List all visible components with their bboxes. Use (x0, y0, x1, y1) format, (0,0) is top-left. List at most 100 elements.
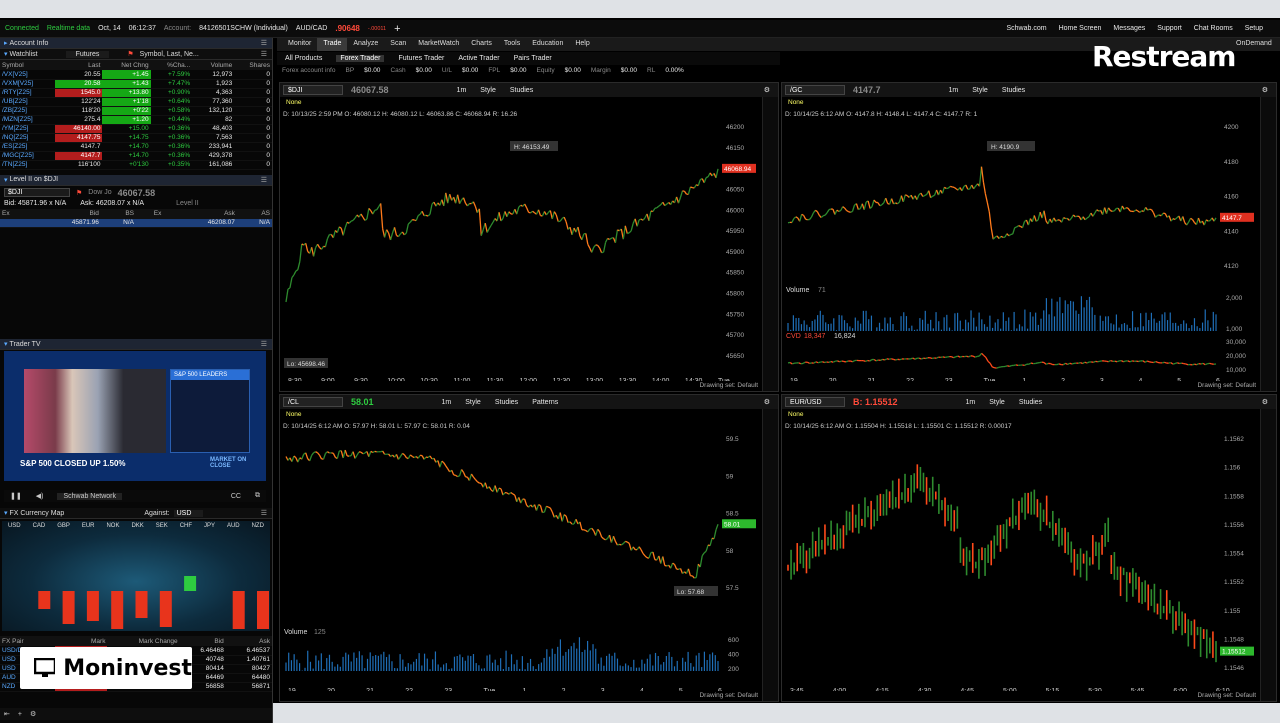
symbol-input[interactable]: $DJI (283, 85, 343, 95)
drawing-set-label[interactable]: Drawing set: Default (699, 692, 758, 699)
menu-charts[interactable]: Charts (465, 38, 498, 51)
add-gadget-icon[interactable]: + (18, 711, 22, 718)
menu-icon[interactable]: ☰ (261, 176, 267, 184)
level2-symbol-input[interactable]: $DJI (4, 188, 70, 197)
against-selector[interactable]: USD (174, 510, 204, 517)
watchlist-row[interactable]: /UB[Z25]122'24+1'18+0.64%77,3600 (0, 97, 272, 106)
watchlist-row[interactable]: /ES[Z25]4147.7+14.70+0.36%233,9410 (0, 142, 272, 151)
chart-tool-style[interactable]: Style (989, 399, 1005, 406)
watchlist-row[interactable]: /ZB[Z25]118'20+0'22+0.58%132,1200 (0, 106, 272, 115)
chart-tool-studies[interactable]: Studies (510, 87, 533, 94)
trader-tv-video[interactable]: S&P 500 LEADERS S&P 500 CLOSED UP 1.50% … (4, 351, 266, 481)
menu-monitor[interactable]: Monitor (282, 38, 317, 51)
link-none[interactable]: None (286, 411, 302, 418)
price-chart[interactable]: 4620046150461004605046000459504590045850… (282, 121, 762, 381)
menu-scan[interactable]: Scan (384, 38, 412, 51)
column-header[interactable]: BS (101, 209, 136, 219)
chart-tool-1m[interactable]: 1m (966, 399, 976, 406)
chart-panel-cl[interactable]: /CL58.011mStyleStudiesPatterns⚙NoneD: 10… (279, 394, 779, 702)
column-header[interactable]: Bid (27, 209, 101, 219)
column-header[interactable]: %Cha... (151, 60, 193, 70)
account-info-header[interactable]: ▸ Account Info☰ (0, 38, 272, 49)
column-header[interactable]: Net Chng (102, 60, 150, 70)
drawing-set-label[interactable]: Drawing set: Default (1197, 692, 1256, 699)
gear-icon[interactable]: ⚙ (1262, 398, 1268, 406)
column-header[interactable]: Ex (0, 209, 27, 219)
drawing-set-label[interactable]: Drawing set: Default (699, 382, 758, 389)
top-link-support[interactable]: Support (1157, 25, 1182, 32)
gear-icon[interactable]: ⚙ (30, 710, 36, 718)
watchlist-row[interactable]: /VXM[V25]20.58+1.43+7.47%1,9230 (0, 79, 272, 88)
menu-icon[interactable]: ☰ (261, 509, 267, 517)
chart-panel-gc[interactable]: /GC4147.71mStyleStudies⚙NoneD: 10/14/25 … (781, 82, 1277, 392)
gear-icon[interactable]: ⚙ (764, 86, 770, 94)
ondemand-button[interactable]: OnDemand (1236, 40, 1272, 47)
symbol-input[interactable]: EUR/USD (785, 397, 845, 407)
chart-tool-patterns[interactable]: Patterns (532, 399, 558, 406)
top-link-home-screen[interactable]: Home Screen (1059, 25, 1102, 32)
watchlist-row[interactable]: /TN[Z25]116'100+0'130+0.35%161,0860 (0, 160, 272, 169)
column-header[interactable]: Symbol (0, 60, 55, 70)
chart-tool-1m[interactable]: 1m (949, 87, 959, 94)
add-ticker-icon[interactable]: + (394, 23, 400, 35)
symbol-input[interactable]: /CL (283, 397, 343, 407)
price-chart[interactable]: 420041804160414041201920212223Tue1234564… (784, 121, 1260, 381)
column-header[interactable]: Shares (234, 60, 272, 70)
watchlist-row[interactable]: /MGC[Z25]4147.7+14.70+0.36%429,3780 (0, 151, 272, 160)
subnav-pairs-trader[interactable]: Pairs Trader (514, 55, 552, 62)
watchlist-row[interactable]: /YM[Z25]46140.00+15.00+0.36%48,4030 (0, 124, 272, 133)
watchlist-row[interactable]: /VX[V25]20.55+1.45+7.59%12,9730 (0, 70, 272, 79)
expand-icon[interactable]: ▸ (4, 39, 8, 47)
account-bar-item[interactable]: Forex account info (282, 67, 335, 74)
column-header[interactable]: Mark (55, 636, 107, 646)
menu-marketwatch[interactable]: MarketWatch (412, 38, 465, 51)
menu-icon[interactable]: ☰ (261, 50, 267, 58)
price-chart[interactable]: 1.15621.1561.15581.15561.15541.15521.155… (784, 433, 1260, 691)
chart-tool-studies[interactable]: Studies (1019, 399, 1042, 406)
gear-icon[interactable]: ⚙ (1262, 86, 1268, 94)
flag-icon[interactable]: ⚑ (127, 50, 133, 58)
menu-trade[interactable]: Trade (317, 38, 347, 51)
chart-panel-dji[interactable]: $DJI46067.581mStyleStudies⚙NoneD: 10/13/… (279, 82, 779, 392)
chart-tool-style[interactable]: Style (972, 87, 988, 94)
column-header[interactable]: Ask (226, 636, 272, 646)
chart-tool-style[interactable]: Style (465, 399, 481, 406)
top-link-setup[interactable]: Setup (1245, 25, 1263, 32)
menu-icon[interactable]: ☰ (261, 340, 267, 348)
subnav-futures-trader[interactable]: Futures Trader (398, 55, 444, 62)
watchlist-row[interactable]: /MZN[Z25]275.4+1.20+0.44%820 (0, 115, 272, 124)
link-none[interactable]: None (788, 99, 804, 106)
top-link-messages[interactable]: Messages (1113, 25, 1145, 32)
chart-tool-style[interactable]: Style (480, 87, 496, 94)
menu-icon[interactable]: ☰ (261, 39, 267, 47)
column-header[interactable]: AS (237, 209, 272, 219)
top-link-chat-rooms[interactable]: Chat Rooms (1194, 25, 1233, 32)
cc-icon[interactable]: CC (231, 493, 241, 500)
column-header[interactable]: Mark Change (107, 636, 179, 646)
link-none[interactable]: None (788, 411, 804, 418)
link-none[interactable]: None (286, 99, 302, 106)
chart-tool-1m[interactable]: 1m (457, 87, 467, 94)
collapse-icon[interactable]: ⇤ (4, 710, 10, 718)
pause-icon[interactable]: ❚❚ (10, 492, 22, 500)
chart-tool-studies[interactable]: Studies (495, 399, 518, 406)
menu-help[interactable]: Help (569, 38, 595, 51)
subnav-active-trader[interactable]: Active Trader (458, 55, 499, 62)
column-header[interactable]: Ask (163, 209, 237, 219)
drawing-set-label[interactable]: Drawing set: Default (1197, 382, 1256, 389)
subnav-all-products[interactable]: All Products (285, 55, 322, 62)
account-selector[interactable]: 84126501SCHW (Individual) (199, 25, 288, 32)
column-header[interactable]: Ex (136, 209, 163, 219)
menu-education[interactable]: Education (526, 38, 569, 51)
symbol-input[interactable]: /GC (785, 85, 845, 95)
top-link-schwab-com[interactable]: Schwab.com (1006, 25, 1046, 32)
gear-icon[interactable]: ⚙ (764, 398, 770, 406)
volume-icon[interactable]: ◀) (36, 492, 44, 500)
watchlist-selector[interactable]: Futures (66, 51, 110, 58)
ticker-pair[interactable]: AUD/CAD (296, 25, 328, 32)
chart-tool-1m[interactable]: 1m (442, 399, 452, 406)
menu-tools[interactable]: Tools (498, 38, 526, 51)
column-header[interactable]: Last (55, 60, 103, 70)
watchlist-row[interactable]: /NQ[Z25]4147.75+14.75+0.36%7,5630 (0, 133, 272, 142)
watchlist-row[interactable]: /RTY[Z25]1545.0+13.80+0.90%4,3630 (0, 88, 272, 97)
